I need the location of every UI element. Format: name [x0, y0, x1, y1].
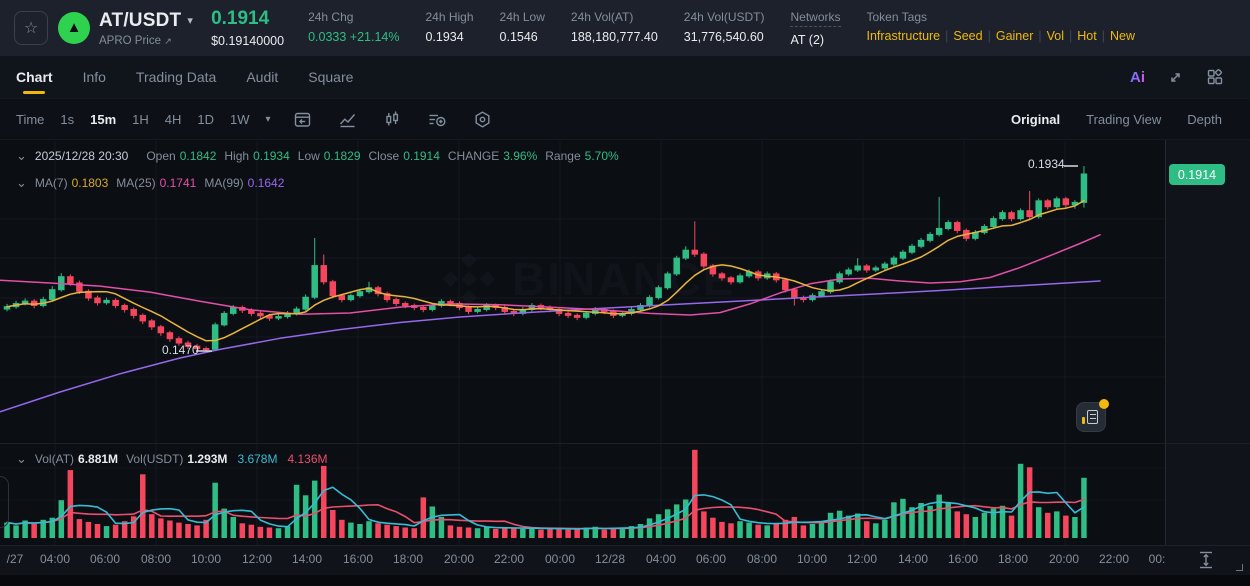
high-annotation: 0.1934 — [1028, 157, 1065, 171]
range-value: 5.70% — [585, 149, 619, 163]
collapse-main-icon[interactable]: ⌄ — [16, 148, 27, 164]
ma99-value: 0.1642 — [248, 176, 285, 190]
vol-at-value: 6.881M — [78, 452, 118, 466]
time-tick: 20:00 — [444, 552, 474, 566]
collapse-ma-icon[interactable]: ⌄ — [16, 175, 27, 191]
time-tick: 06:00 — [90, 552, 120, 566]
notification-dot — [1099, 399, 1109, 409]
time-tick: 04:00 — [646, 552, 676, 566]
news-doc-icon — [1087, 410, 1098, 424]
time-axis[interactable]: /27 04:00 06:00 08:00 10:00 12:00 14:00 16:00 18… — [0, 545, 1165, 575]
news-flag-icon — [1082, 417, 1085, 424]
high-value: 0.1934 — [253, 149, 290, 163]
trading-page: ☆ ▲ AT/USDT ▾ APRO Price ↗ 0.1914 $0.191… — [0, 0, 1250, 586]
time-tick: 00:00 — [545, 552, 575, 566]
vol-sell-value: 4.136M — [287, 452, 327, 466]
time-tick: 16:00 — [948, 552, 978, 566]
ma25-value: 0.1741 — [160, 176, 197, 190]
price-chart-canvas[interactable] — [0, 0, 1250, 586]
time-tick: 00: — [1149, 552, 1165, 566]
resize-corner-icon[interactable] — [1236, 564, 1243, 571]
time-tick: /27 — [7, 552, 24, 566]
ohlc-legend: ⌄ 2025/12/28 20:30 Open0.1842 High0.1934… — [16, 148, 619, 164]
time-tick: 06:00 — [696, 552, 726, 566]
time-tick: 04:00 — [40, 552, 70, 566]
time-tick: 12:00 — [242, 552, 272, 566]
low-annotation: 0.1470 — [162, 343, 199, 357]
volume-legend: ⌄ Vol(AT)6.881M Vol(USDT)1.293M 3.678M 4… — [16, 451, 328, 467]
time-tick: 10:00 — [797, 552, 827, 566]
time-tick: 08:00 — [747, 552, 777, 566]
ma7-value: 0.1803 — [72, 176, 109, 190]
news-button[interactable] — [1076, 402, 1106, 432]
low-value: 0.1829 — [324, 149, 361, 163]
open-value: 0.1842 — [180, 149, 217, 163]
time-tick: 18:00 — [393, 552, 423, 566]
time-tick: 12:00 — [847, 552, 877, 566]
time-tick: 22:00 — [1099, 552, 1129, 566]
close-value: 0.1914 — [403, 149, 440, 163]
vol-buy-value: 3.678M — [237, 452, 277, 466]
last-price-tag: 0.1914 — [1169, 164, 1225, 185]
auto-scale-button[interactable] — [1196, 549, 1216, 576]
time-tick: 20:00 — [1049, 552, 1079, 566]
time-tick: 22:00 — [494, 552, 524, 566]
collapse-volume-icon[interactable]: ⌄ — [16, 451, 27, 467]
candle-datetime: 2025/12/28 20:30 — [35, 149, 128, 163]
time-tick: 18:00 — [998, 552, 1028, 566]
vol-usdt-value: 1.293M — [187, 452, 227, 466]
pane-collapse-handle[interactable] — [0, 476, 9, 528]
time-tick: 12/28 — [595, 552, 625, 566]
pane-divider[interactable] — [0, 443, 1250, 444]
time-tick: 10:00 — [191, 552, 221, 566]
time-tick: 16:00 — [343, 552, 373, 566]
change-value: 3.96% — [503, 149, 537, 163]
time-tick: 14:00 — [898, 552, 928, 566]
time-tick: 14:00 — [292, 552, 322, 566]
ma-legend: ⌄ MA(7)0.1803 MA(25)0.1741 MA(99)0.1642 — [16, 175, 284, 191]
time-tick: 08:00 — [141, 552, 171, 566]
